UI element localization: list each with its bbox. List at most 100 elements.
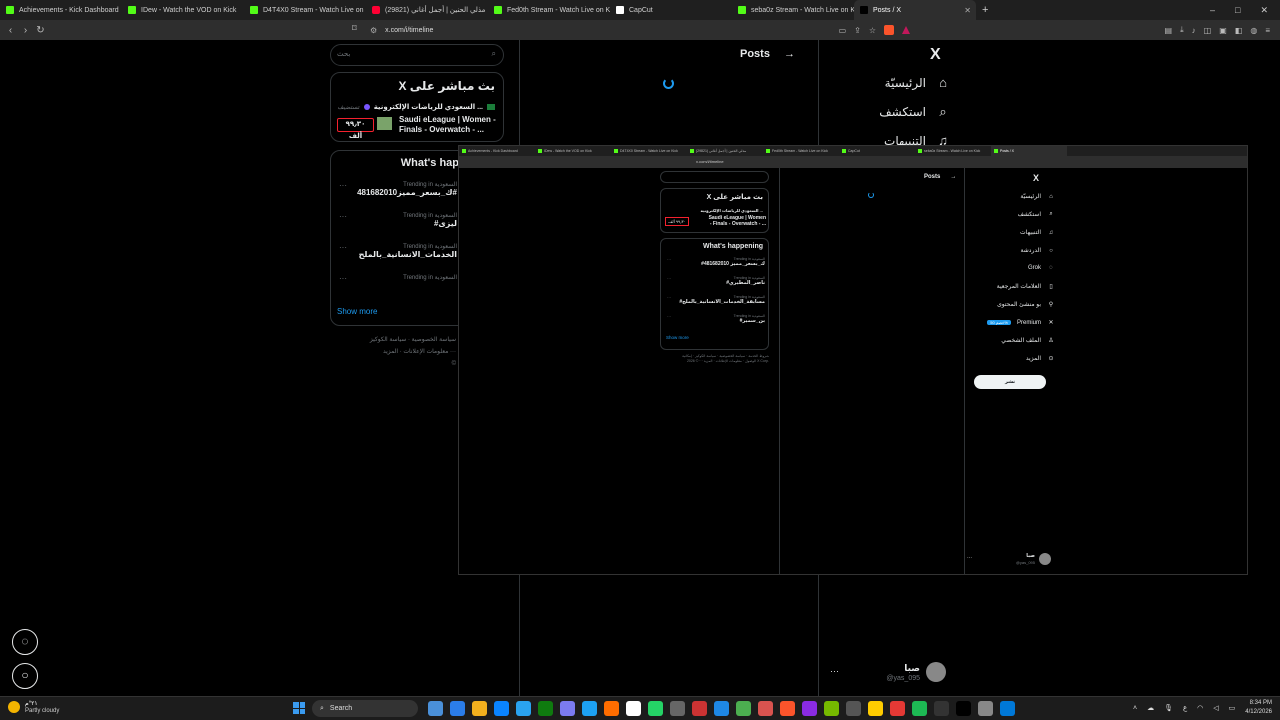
- minimize-button[interactable]: –: [1210, 5, 1215, 15]
- screen-cast-icon[interactable]: ▭: [839, 26, 847, 35]
- stream-title[interactable]: Saudi eLeague | Women - Finals - Overwat…: [399, 115, 497, 135]
- taskbar-app-icon[interactable]: [736, 701, 751, 716]
- account-switcher[interactable]: ··· صبا @yas_095: [830, 660, 950, 690]
- trend-more-icon[interactable]: ···: [339, 212, 347, 221]
- bookmark-icon[interactable]: ⌑: [352, 23, 357, 34]
- volume-icon[interactable]: ◁: [1213, 704, 1218, 712]
- overlay-post-button[interactable]: نشر: [974, 375, 1046, 389]
- browser-tab[interactable]: seba0z Stream - Watch Live on Kick: [732, 0, 854, 20]
- mic-icon[interactable]: 🎙︎: [1164, 704, 1173, 712]
- taskbar-app-icon[interactable]: [692, 701, 707, 716]
- taskbar-app-icon[interactable]: [890, 701, 905, 716]
- battery-icon[interactable]: ▭: [1229, 704, 1236, 712]
- footer-link[interactable]: سياسة الخصوصية: [412, 337, 456, 343]
- close-tab-icon[interactable]: ✕: [964, 6, 971, 15]
- show-more-link[interactable]: Show more: [337, 307, 377, 316]
- taskbar-app-icon[interactable]: [516, 701, 531, 716]
- taskbar-app-icon[interactable]: [780, 701, 795, 716]
- cloud-icon[interactable]: ☁: [1147, 704, 1154, 712]
- maximize-button[interactable]: □: [1235, 5, 1240, 15]
- footer-link[interactable]: سياسة الكوكيز: [370, 337, 406, 343]
- live-league[interactable]: تستضيف السعودي للرياضات الإلكترونية ...: [338, 103, 495, 111]
- overlay-show-more: Show more: [666, 335, 689, 340]
- taskbar-app-icon[interactable]: [1000, 701, 1015, 716]
- taskbar-app-icon[interactable]: [538, 701, 553, 716]
- taskbar-app-icon[interactable]: [428, 701, 443, 716]
- taskbar-app-icon[interactable]: [714, 701, 729, 716]
- wallet-icon[interactable]: ◧: [1235, 26, 1243, 35]
- new-tab-button[interactable]: +: [976, 4, 994, 16]
- taskbar-search[interactable]: ⌕ Search: [312, 700, 418, 717]
- weather-widget[interactable]: ٢١°م Partly cloudy: [8, 700, 59, 714]
- taskbar-app-icon[interactable]: [560, 701, 575, 716]
- brave-shield-icon[interactable]: [884, 25, 894, 35]
- taskbar-app-icon[interactable]: [758, 701, 773, 716]
- browser-tab[interactable]: D4T4X0 Stream - Watch Live on Kick: [244, 0, 366, 20]
- overlay-trend-tag: #ناصر_المطيري: [726, 280, 765, 286]
- taskbar-app-icon[interactable]: [604, 701, 619, 716]
- taskbar-app-icon[interactable]: [450, 701, 465, 716]
- url-field[interactable]: ⚙ x.com/i/timeline ▭ ⇪ ☆: [370, 22, 910, 38]
- nav-item[interactable]: الرئيسيّة ⌂: [860, 76, 950, 91]
- brave-rewards-icon[interactable]: [902, 26, 910, 34]
- stream-thumbnail[interactable]: [377, 117, 392, 130]
- start-button[interactable]: [293, 702, 305, 714]
- taskbar-app-icon[interactable]: [934, 701, 949, 716]
- wifi-icon[interactable]: ◠: [1197, 704, 1203, 712]
- tab-label: IDew - Watch the VOD on Kick: [141, 6, 237, 14]
- browser-tab[interactable]: Fed0th Stream - Watch Live on Kick: [488, 0, 610, 20]
- taskbar-app-icon[interactable]: [956, 701, 971, 716]
- browser-tab[interactable]: Achievements - Kick Dashboard: [0, 0, 122, 20]
- taskbar-app-icon[interactable]: [912, 701, 927, 716]
- tab-search-icon[interactable]: ▣: [1219, 26, 1227, 35]
- menu-icon[interactable]: ≡: [1265, 26, 1270, 35]
- vpn-icon[interactable]: ◍: [1250, 26, 1257, 35]
- share-icon[interactable]: ⇪: [854, 26, 861, 35]
- taskbar-app-icon[interactable]: [824, 701, 839, 716]
- taskbar-app-icon[interactable]: [472, 701, 487, 716]
- search-input[interactable]: بحث ⌕: [330, 44, 504, 66]
- taskbar-app-icon[interactable]: [582, 701, 597, 716]
- taskbar-app-icon[interactable]: [868, 701, 883, 716]
- taskbar-app-icon[interactable]: [494, 701, 509, 716]
- trend-item[interactable]: ··· Trending in السعودية: [337, 274, 457, 283]
- browser-tab[interactable]: IDew - Watch the VOD on Kick: [122, 0, 244, 20]
- trend-item[interactable]: ··· Trending in السعودية 481682010ك_بسعر_م…: [337, 181, 457, 197]
- chevron-up-icon[interactable]: ˄: [1133, 705, 1137, 712]
- trend-item[interactable]: ··· Trending in السعودية #ليزى: [337, 212, 457, 228]
- back-icon[interactable]: ‹: [3, 25, 18, 36]
- language-indicator[interactable]: ع: [1183, 704, 1187, 712]
- trend-meta: Trending in السعودية: [403, 244, 457, 250]
- bookmark-star-icon[interactable]: ☆: [869, 26, 876, 35]
- taskbar-app-icon[interactable]: [846, 701, 861, 716]
- browser-tab[interactable]: (29821) مذلي الحنين | أجمل أغاني: [366, 0, 488, 20]
- sidebar-icon[interactable]: ▤: [1165, 26, 1173, 35]
- more-icon[interactable]: ···: [830, 666, 839, 676]
- live-card[interactable]: X بث مباشر على تستضيف السعودي للرياضات ا…: [330, 72, 504, 142]
- nav-item[interactable]: استكشف ⌕: [860, 105, 950, 120]
- footer-link[interactable]: معلومات الإعلانات: [403, 349, 448, 355]
- reading-icon[interactable]: ◫: [1204, 26, 1212, 35]
- browser-tab[interactable]: Posts / X ✕: [854, 0, 976, 20]
- taskbar-app-icon[interactable]: [802, 701, 817, 716]
- reload-icon[interactable]: ↻: [33, 25, 48, 36]
- messages-icon[interactable]: ○: [12, 663, 38, 689]
- site-info-icon[interactable]: ⚙: [370, 26, 377, 35]
- trend-item[interactable]: ··· Trending in السعودية الخدمات_الانسانية…: [337, 243, 457, 259]
- trend-more-icon[interactable]: ···: [339, 243, 347, 252]
- back-arrow-icon[interactable]: →: [784, 48, 795, 60]
- trend-more-icon[interactable]: ···: [339, 181, 347, 190]
- media-icon[interactable]: ♪: [1192, 26, 1196, 35]
- clock[interactable]: 8:34 PM 4/12/2026: [1245, 699, 1272, 717]
- browser-tab[interactable]: CapCut: [610, 0, 732, 20]
- taskbar-app-icon[interactable]: [978, 701, 993, 716]
- x-logo[interactable]: X: [930, 46, 941, 64]
- close-window-button[interactable]: ✕: [1260, 5, 1268, 16]
- taskbar-app-icon[interactable]: [626, 701, 641, 716]
- trend-more-icon[interactable]: ···: [339, 274, 347, 283]
- taskbar-app-icon[interactable]: [670, 701, 685, 716]
- taskbar-app-icon[interactable]: [648, 701, 663, 716]
- grok-icon[interactable]: ◌: [12, 629, 38, 655]
- forward-icon[interactable]: ›: [18, 25, 33, 36]
- download-icon[interactable]: ⤓: [1180, 25, 1184, 35]
